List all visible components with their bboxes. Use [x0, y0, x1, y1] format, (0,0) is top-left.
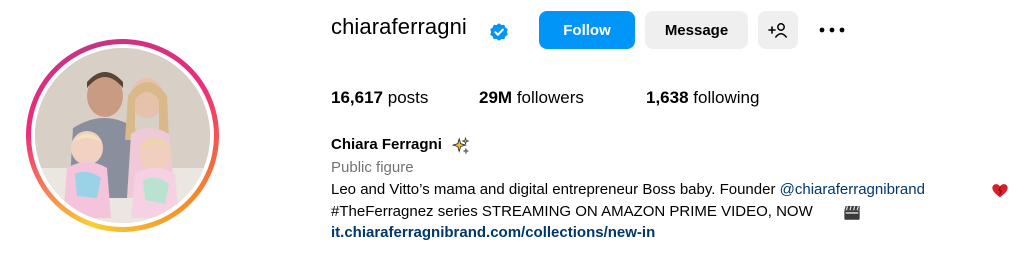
bio-line-1: Leo and Vitto’s mama and digital entrepr…: [331, 181, 925, 198]
heart-emoji-icon: [992, 184, 1008, 198]
profile-avatar[interactable]: [35, 48, 210, 223]
message-button[interactable]: Message: [645, 11, 748, 49]
avatar-photo-illustration: [35, 48, 210, 223]
story-ring-avatar[interactable]: [26, 39, 219, 232]
following-count: 1,638: [646, 88, 689, 107]
more-options-icon: [819, 27, 845, 33]
posts-count: 16,617: [331, 88, 383, 107]
profile-full-name: Chiara Ferragni: [331, 136, 442, 153]
verified-badge-icon: [490, 23, 508, 41]
profile-username: chiaraferragni: [331, 14, 467, 39]
profile-external-link[interactable]: it.chiaraferragnibrand.com/collections/n…: [331, 224, 655, 241]
bio-mention-link[interactable]: @chiaraferragnibrand: [780, 181, 925, 198]
bio-text: Leo and Vitto’s mama and digital entrepr…: [331, 181, 780, 198]
following-label: following: [693, 88, 760, 107]
followers-count: 29M: [479, 88, 513, 107]
add-person-icon: [768, 23, 787, 38]
posts-label: posts: [387, 88, 429, 107]
following-stat[interactable]: 1,638 following: [646, 88, 759, 108]
suggested-accounts-button[interactable]: [758, 11, 798, 49]
follow-button[interactable]: Follow: [539, 11, 635, 49]
posts-stat: 16,617 posts: [331, 88, 428, 108]
clapper-board-emoji-icon: [844, 206, 860, 220]
more-options-button[interactable]: [812, 11, 852, 49]
followers-stat[interactable]: 29M followers: [479, 88, 584, 108]
bio-line-2: #TheFerragnez series STREAMING ON AMAZON…: [331, 203, 813, 220]
followers-label: followers: [516, 88, 584, 107]
sparkles-emoji-icon: [452, 137, 470, 155]
profile-category: Public figure: [331, 159, 414, 176]
avatar-border: [31, 44, 214, 227]
